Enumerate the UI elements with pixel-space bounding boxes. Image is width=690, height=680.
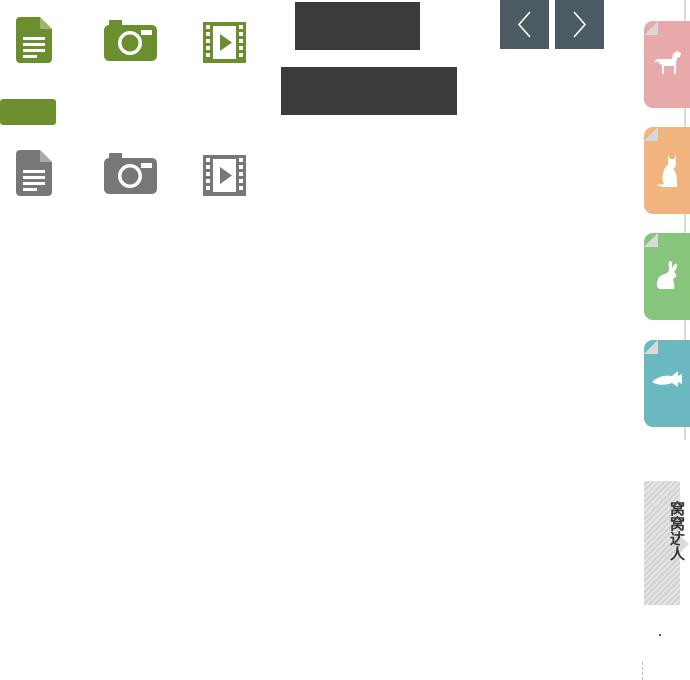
document-icon[interactable] (16, 150, 52, 196)
pet-tab-fish[interactable] (644, 340, 690, 427)
expert-tab-arrow (680, 535, 689, 553)
pet-tab-cat[interactable] (644, 127, 690, 214)
chevron-left-icon (517, 11, 531, 38)
dotted-divider (642, 662, 643, 680)
cat-icon (657, 155, 677, 187)
chevron-right-icon (573, 11, 587, 38)
fish-icon (652, 371, 682, 387)
expert-tab[interactable]: 窝窝达人 (644, 481, 686, 605)
dog-icon (654, 51, 681, 74)
tooltip-box-wide (281, 67, 457, 115)
video-icon[interactable] (203, 155, 246, 196)
camera-icon[interactable] (104, 20, 157, 61)
prev-button[interactable] (500, 0, 549, 49)
video-icon[interactable] (203, 22, 246, 63)
active-indicator (0, 99, 56, 125)
footer-dot (659, 634, 661, 636)
document-icon[interactable] (16, 17, 52, 63)
camera-icon[interactable] (104, 153, 157, 194)
tooltip-box (295, 2, 420, 50)
rabbit-icon (656, 261, 678, 289)
pet-tab-dog[interactable] (644, 21, 690, 108)
next-button[interactable] (555, 0, 604, 49)
pet-tab-rabbit[interactable] (644, 233, 690, 320)
